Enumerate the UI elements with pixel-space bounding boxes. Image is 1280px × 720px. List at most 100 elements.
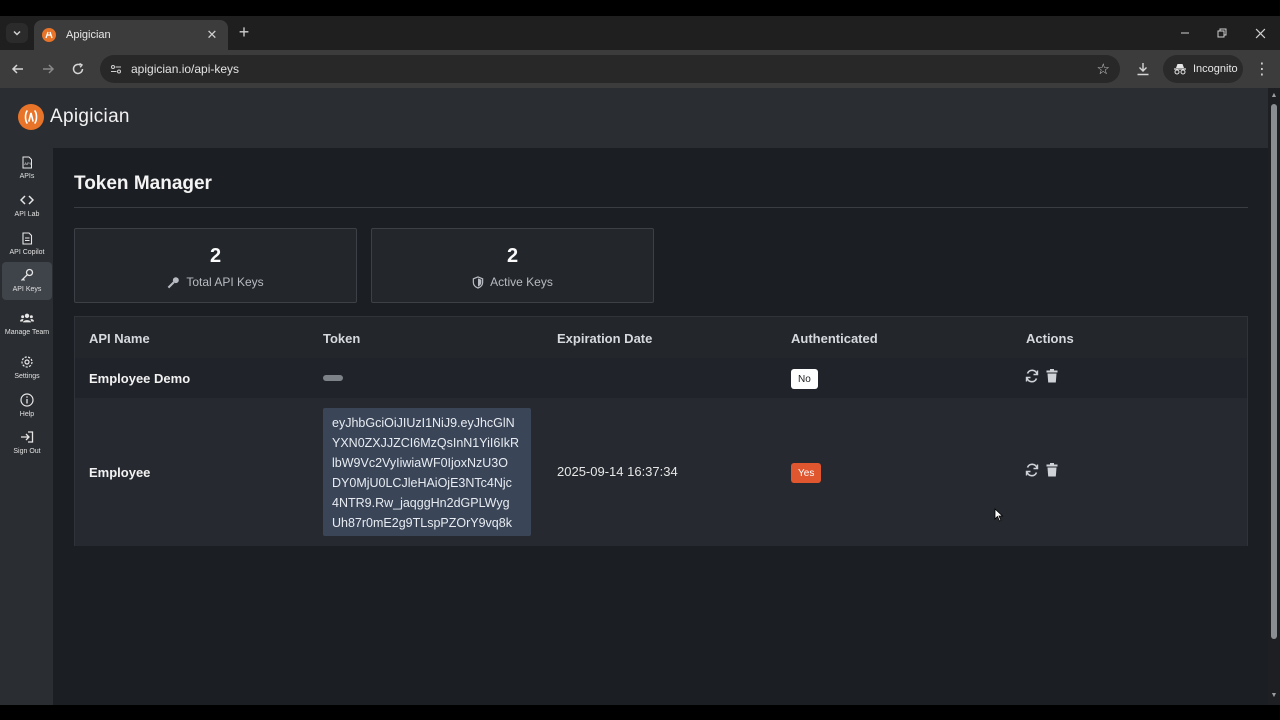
stat-label: Active Keys <box>490 275 553 289</box>
sidebar-item-sign-out[interactable]: Sign Out <box>2 425 52 461</box>
title-divider <box>74 207 1248 208</box>
api-doc-icon: API <box>20 155 34 169</box>
trash-icon[interactable] <box>1044 462 1060 478</box>
new-tab-icon[interactable]: + <box>235 23 253 42</box>
sidebar-item-apis[interactable]: API APIs <box>2 150 52 186</box>
close-window-icon[interactable] <box>1251 24 1269 42</box>
table-row: Employee eyJhbGciOiJIUzI1NiJ9.eyJhcGlN Y… <box>75 398 1247 546</box>
token-line: eyJhbGciOiJIUzI1NiJ9.eyJhcGlN <box>332 416 515 430</box>
incognito-icon <box>1174 64 1186 75</box>
main-content: Token Manager 2 Total API Keys 2 Active … <box>54 148 1268 705</box>
scrollbar-thumb[interactable] <box>1271 104 1277 639</box>
chevron-down-icon <box>13 30 21 36</box>
sidebar-item-settings[interactable]: Settings <box>2 350 52 386</box>
token-placeholder <box>323 375 343 381</box>
api-name-cell: Employee <box>89 465 151 480</box>
restore-icon[interactable] <box>1213 24 1231 42</box>
incognito-indicator[interactable]: Incognito <box>1163 55 1243 83</box>
reload-icon[interactable] <box>68 59 88 79</box>
sidebar-item-manage-team[interactable]: Manage Team <box>2 304 52 344</box>
sidebar-item-api-lab[interactable]: API Lab <box>2 188 52 224</box>
download-icon[interactable] <box>1133 59 1153 79</box>
apigician-logo-icon <box>18 104 44 130</box>
column-header-authenticated: Authenticated <box>791 331 878 346</box>
app-viewport: Apigician API APIs API Lab API Copilot A… <box>0 88 1268 705</box>
api-keys-table: API Name Token Expiration Date Authentic… <box>74 316 1248 546</box>
stat-label-row: Total API Keys <box>75 275 356 289</box>
scroll-down-icon[interactable]: ▼ <box>1270 692 1278 700</box>
authenticated-badge: Yes <box>791 463 822 483</box>
refresh-icon[interactable] <box>1024 368 1040 384</box>
browser-toolbar: apigician.io/api-keys ☆ Incognito ⋮ <box>0 50 1280 88</box>
url-text: apigician.io/api-keys <box>131 62 240 76</box>
sign-out-icon <box>20 430 34 444</box>
document-icon <box>20 231 34 245</box>
forward-icon[interactable] <box>38 59 58 79</box>
sidebar-item-api-keys[interactable]: API Keys <box>2 262 52 300</box>
column-header-actions: Actions <box>1026 331 1074 346</box>
token-line: DY0MjU0LCJleHAiOjE3NTc4Njc <box>332 476 512 490</box>
tab-search-button[interactable] <box>6 23 28 43</box>
stat-value: 2 <box>209 245 222 267</box>
token-value[interactable]: eyJhbGciOiJIUzI1NiJ9.eyJhcGlN YXN0ZXJJZC… <box>323 408 531 536</box>
logo-text: Apigician <box>50 106 130 127</box>
sidebar-item-label: Settings <box>14 373 40 380</box>
svg-text:API: API <box>24 161 30 166</box>
shield-icon <box>472 275 484 289</box>
tab-title: Apigician <box>66 29 111 41</box>
sidebar-item-label: APIs <box>19 173 35 180</box>
table-row: Employee Demo No <box>75 358 1247 398</box>
key-icon <box>20 268 34 282</box>
minimize-icon[interactable] <box>1176 24 1194 42</box>
sidebar-item-label: API Lab <box>14 211 40 218</box>
incognito-label: Incognito <box>1193 63 1238 75</box>
apigician-favicon-icon <box>42 28 56 42</box>
users-icon <box>20 311 34 325</box>
refresh-icon[interactable] <box>1024 462 1040 478</box>
close-tab-icon[interactable]: ✕ <box>204 27 220 43</box>
token-line: lbW9Vc2VyIiwiaWF0IjoxNzU3O <box>332 456 508 470</box>
authenticated-badge: No <box>791 369 818 389</box>
stat-label-row: Active Keys <box>372 275 653 289</box>
browser-tab-bar: Apigician ✕ + <box>0 16 1280 50</box>
sidebar-item-label: API Copilot <box>9 249 45 256</box>
column-header-api-name: API Name <box>89 331 150 346</box>
scroll-up-icon[interactable]: ▲ <box>1270 92 1278 100</box>
token-line: Uh87r0mE2g9TLspPZOrY9vq8k <box>332 516 512 530</box>
gear-icon <box>20 355 34 369</box>
letterbox-top <box>0 0 1280 16</box>
stat-card-total-keys: 2 Total API Keys <box>74 228 357 303</box>
token-line: 4NTR9.Rw_jaqggHn2dGPLWyg <box>332 496 510 510</box>
key-icon <box>167 276 180 288</box>
stat-card-active-keys: 2 Active Keys <box>371 228 654 303</box>
letterbox-bottom <box>0 705 1280 720</box>
api-name-cell: Employee Demo <box>89 371 191 386</box>
app-logo[interactable]: Apigician <box>18 104 130 130</box>
sidebar-item-label: Help <box>19 411 35 418</box>
stat-label: Total API Keys <box>186 275 264 289</box>
mouse-cursor-icon <box>994 508 1004 522</box>
code-icon <box>20 193 34 207</box>
page-title: Token Manager <box>74 173 212 194</box>
column-header-token: Token <box>323 331 361 346</box>
column-header-expiration: Expiration Date <box>557 331 653 346</box>
stat-value: 2 <box>506 245 519 267</box>
sidebar-item-label: API Keys <box>12 286 42 293</box>
sidebar-item-api-copilot[interactable]: API Copilot <box>2 226 52 262</box>
sidebar: API APIs API Lab API Copilot API Keys Ma… <box>0 148 53 705</box>
page-scrollbar[interactable]: ▲ ▼ <box>1268 88 1280 705</box>
expiration-date-cell: 2025-09-14 16:37:34 <box>557 464 678 479</box>
trash-icon[interactable] <box>1044 368 1060 384</box>
site-info-icon[interactable] <box>108 61 124 77</box>
sidebar-item-label: Sign Out <box>13 448 41 455</box>
sidebar-item-label: Manage Team <box>4 329 50 336</box>
bookmark-star-icon[interactable]: ☆ <box>1097 60 1110 78</box>
back-icon[interactable] <box>8 59 28 79</box>
address-bar[interactable]: apigician.io/api-keys ☆ <box>100 55 1120 83</box>
sidebar-item-help[interactable]: Help <box>2 388 52 424</box>
token-line: YXN0ZXJJZCI6MzQsInN1YiI6IkR <box>332 436 520 450</box>
app-header: Apigician <box>0 88 1268 148</box>
browser-menu-icon[interactable]: ⋮ <box>1252 59 1272 79</box>
info-icon <box>20 393 34 407</box>
browser-tab[interactable]: Apigician ✕ <box>34 20 228 50</box>
